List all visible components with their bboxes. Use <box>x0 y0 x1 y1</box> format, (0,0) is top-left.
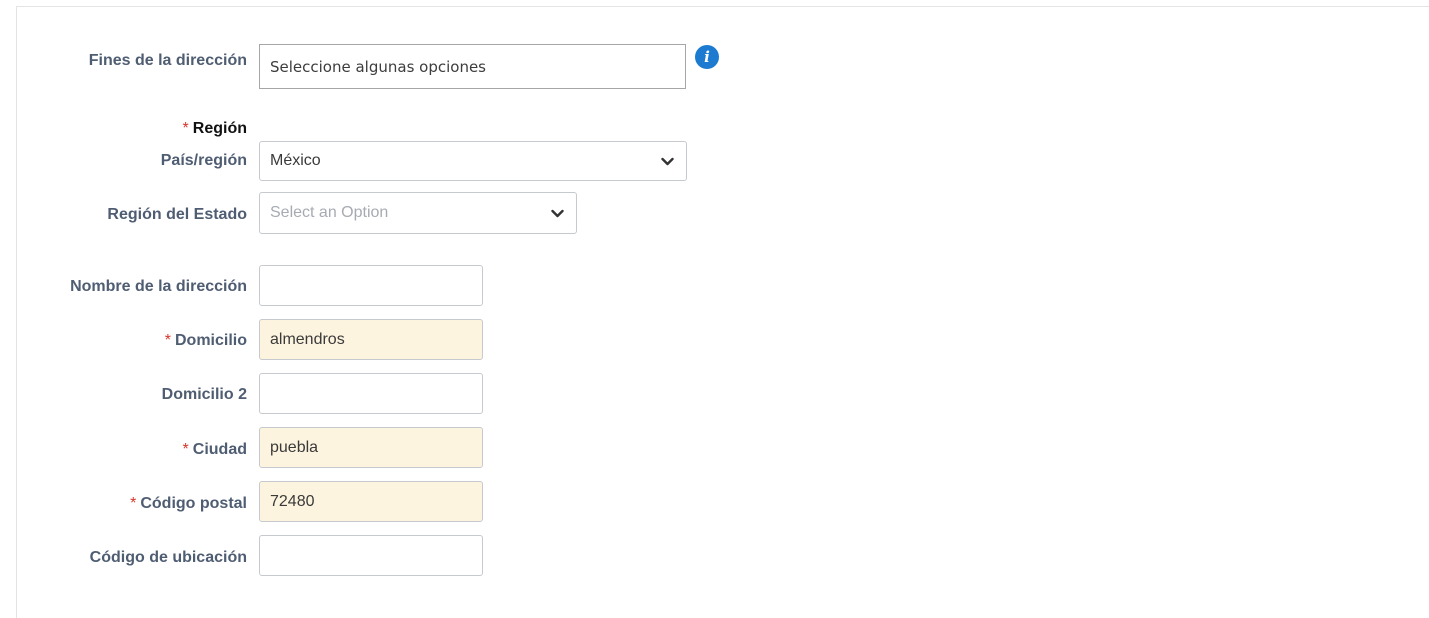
postal-code-input[interactable]: 72480 <box>259 481 483 522</box>
street2-input[interactable] <box>259 373 483 414</box>
city-input[interactable]: puebla <box>259 427 483 468</box>
purposes-placeholder: Seleccione algunas opciones <box>270 57 486 76</box>
country-value: México <box>270 152 321 169</box>
address-name-input[interactable] <box>259 265 483 306</box>
street2-label: Domicilio 2 <box>161 386 247 403</box>
chevron-down-icon <box>661 157 674 166</box>
required-marker: * <box>182 120 189 137</box>
state-label: Región del Estado <box>107 206 247 223</box>
street-input[interactable]: almendros <box>259 319 483 360</box>
purposes-label: Fines de la dirección <box>88 52 247 69</box>
state-select[interactable]: Select an Option <box>259 192 577 234</box>
required-marker: * <box>164 332 171 349</box>
chevron-down-icon <box>551 209 564 218</box>
city-label: * Ciudad <box>182 441 247 458</box>
required-marker: * <box>182 441 189 458</box>
info-icon[interactable]: i <box>695 45 719 69</box>
purposes-multiselect[interactable]: Seleccione algunas opciones <box>259 44 686 89</box>
postal-code-label: * Código postal <box>130 495 247 512</box>
state-placeholder: Select an Option <box>270 204 389 221</box>
region-heading: * Región <box>182 120 247 137</box>
location-code-label: Código de ubicación <box>89 549 247 566</box>
location-code-input[interactable] <box>259 535 483 576</box>
country-label: País/región <box>160 152 247 169</box>
address-name-label: Nombre de la dirección <box>70 278 247 295</box>
required-marker: * <box>130 495 137 512</box>
street-label: * Domicilio <box>164 332 247 349</box>
country-select[interactable]: México <box>259 141 687 181</box>
form-panel <box>16 6 1429 618</box>
